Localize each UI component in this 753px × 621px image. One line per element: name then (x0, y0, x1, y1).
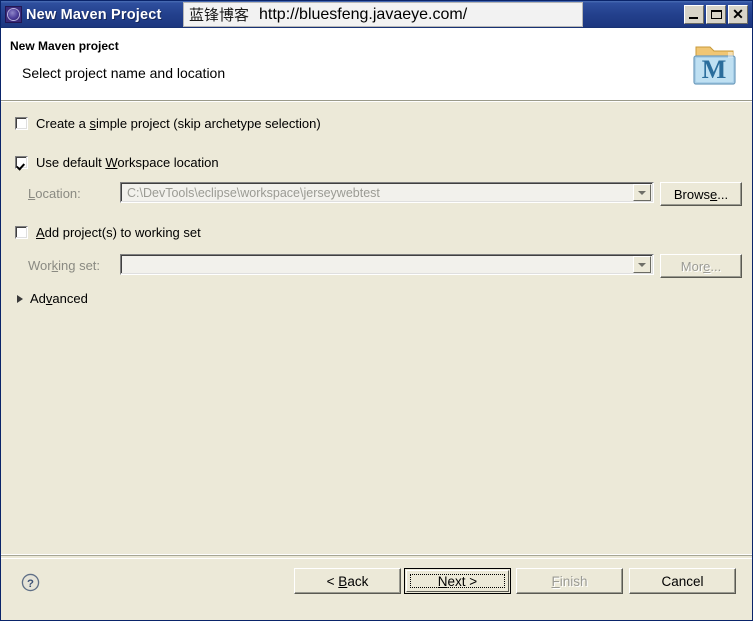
next-label: Next > (437, 573, 478, 589)
working-set-checkbox-row[interactable]: Add project(s) to working set (15, 225, 201, 240)
wizard-header-subtitle: Select project name and location (22, 65, 226, 81)
finish-button[interactable]: Finish (516, 568, 623, 594)
close-button[interactable]: ✕ (728, 5, 748, 24)
advanced-section-toggle[interactable]: Advanced (17, 291, 88, 306)
cancel-button[interactable]: Cancel (629, 568, 736, 594)
watermark-overlay: 蓝锋博客 http://bluesfeng.javaeye.com/ (183, 2, 583, 27)
simple-project-row[interactable]: Create a simple project (skip archetype … (15, 116, 321, 131)
svg-text:?: ? (27, 578, 34, 590)
working-set-label-wrap: Working set: (28, 258, 100, 273)
wizard-body: Create a simple project (skip archetype … (1, 101, 752, 554)
window-titlebar[interactable]: New Maven Project 蓝锋博客 http://bluesfeng.… (1, 1, 752, 28)
watermark-blog-url: http://bluesfeng.javaeye.com/ (259, 5, 468, 23)
default-workspace-label: Use default Workspace location (36, 155, 219, 170)
cancel-label: Cancel (661, 573, 704, 589)
browse-label: Browse... (673, 186, 729, 202)
new-maven-project-window: New Maven Project 蓝锋博客 http://bluesfeng.… (0, 0, 753, 621)
svg-text:M: M (702, 55, 727, 84)
add-to-working-set-label: Add project(s) to working set (36, 225, 201, 240)
wizard-header: New Maven project Select project name an… (1, 28, 752, 101)
location-label: Location: (28, 186, 81, 201)
window-title: New Maven Project (26, 6, 162, 23)
watermark-blog-name: 蓝锋博客 (189, 6, 250, 24)
back-button[interactable]: < Back (294, 568, 401, 594)
location-value: C:\DevTools\eclipse\workspace\jerseywebt… (127, 185, 380, 200)
working-set-combo[interactable] (120, 254, 654, 275)
chevron-down-icon[interactable] (633, 256, 651, 273)
back-label: < Back (326, 573, 369, 589)
chevron-right-icon[interactable] (17, 294, 23, 303)
default-workspace-row[interactable]: Use default Workspace location (15, 155, 219, 170)
next-button[interactable]: Next > (404, 568, 511, 594)
help-icon[interactable]: ? (21, 573, 40, 592)
chevron-down-icon[interactable] (633, 184, 651, 201)
add-to-working-set-checkbox[interactable] (15, 226, 28, 239)
simple-project-label: Create a simple project (skip archetype … (36, 116, 321, 131)
footer-separator (1, 555, 752, 559)
simple-project-checkbox[interactable] (15, 117, 28, 130)
more-button[interactable]: More... (660, 254, 742, 278)
maximize-button[interactable] (706, 5, 726, 24)
advanced-label: Advanced (30, 291, 88, 306)
browse-button[interactable]: Browse... (660, 182, 742, 206)
maven-wizard-icon (5, 6, 22, 23)
window-controls: ✕ (684, 5, 748, 24)
finish-label: Finish (551, 573, 588, 589)
default-workspace-checkbox[interactable] (15, 156, 28, 169)
more-label: More... (680, 258, 722, 274)
minimize-button[interactable] (684, 5, 704, 24)
location-combo[interactable]: C:\DevTools\eclipse\workspace\jerseywebt… (120, 182, 654, 203)
maven-project-icon: M (693, 46, 736, 85)
location-label-wrap: Location: (28, 186, 81, 201)
wizard-footer: ? < Back Next > Finish Cancel (1, 554, 752, 620)
working-set-label: Working set: (28, 258, 101, 273)
wizard-header-title: New Maven project (10, 39, 119, 53)
